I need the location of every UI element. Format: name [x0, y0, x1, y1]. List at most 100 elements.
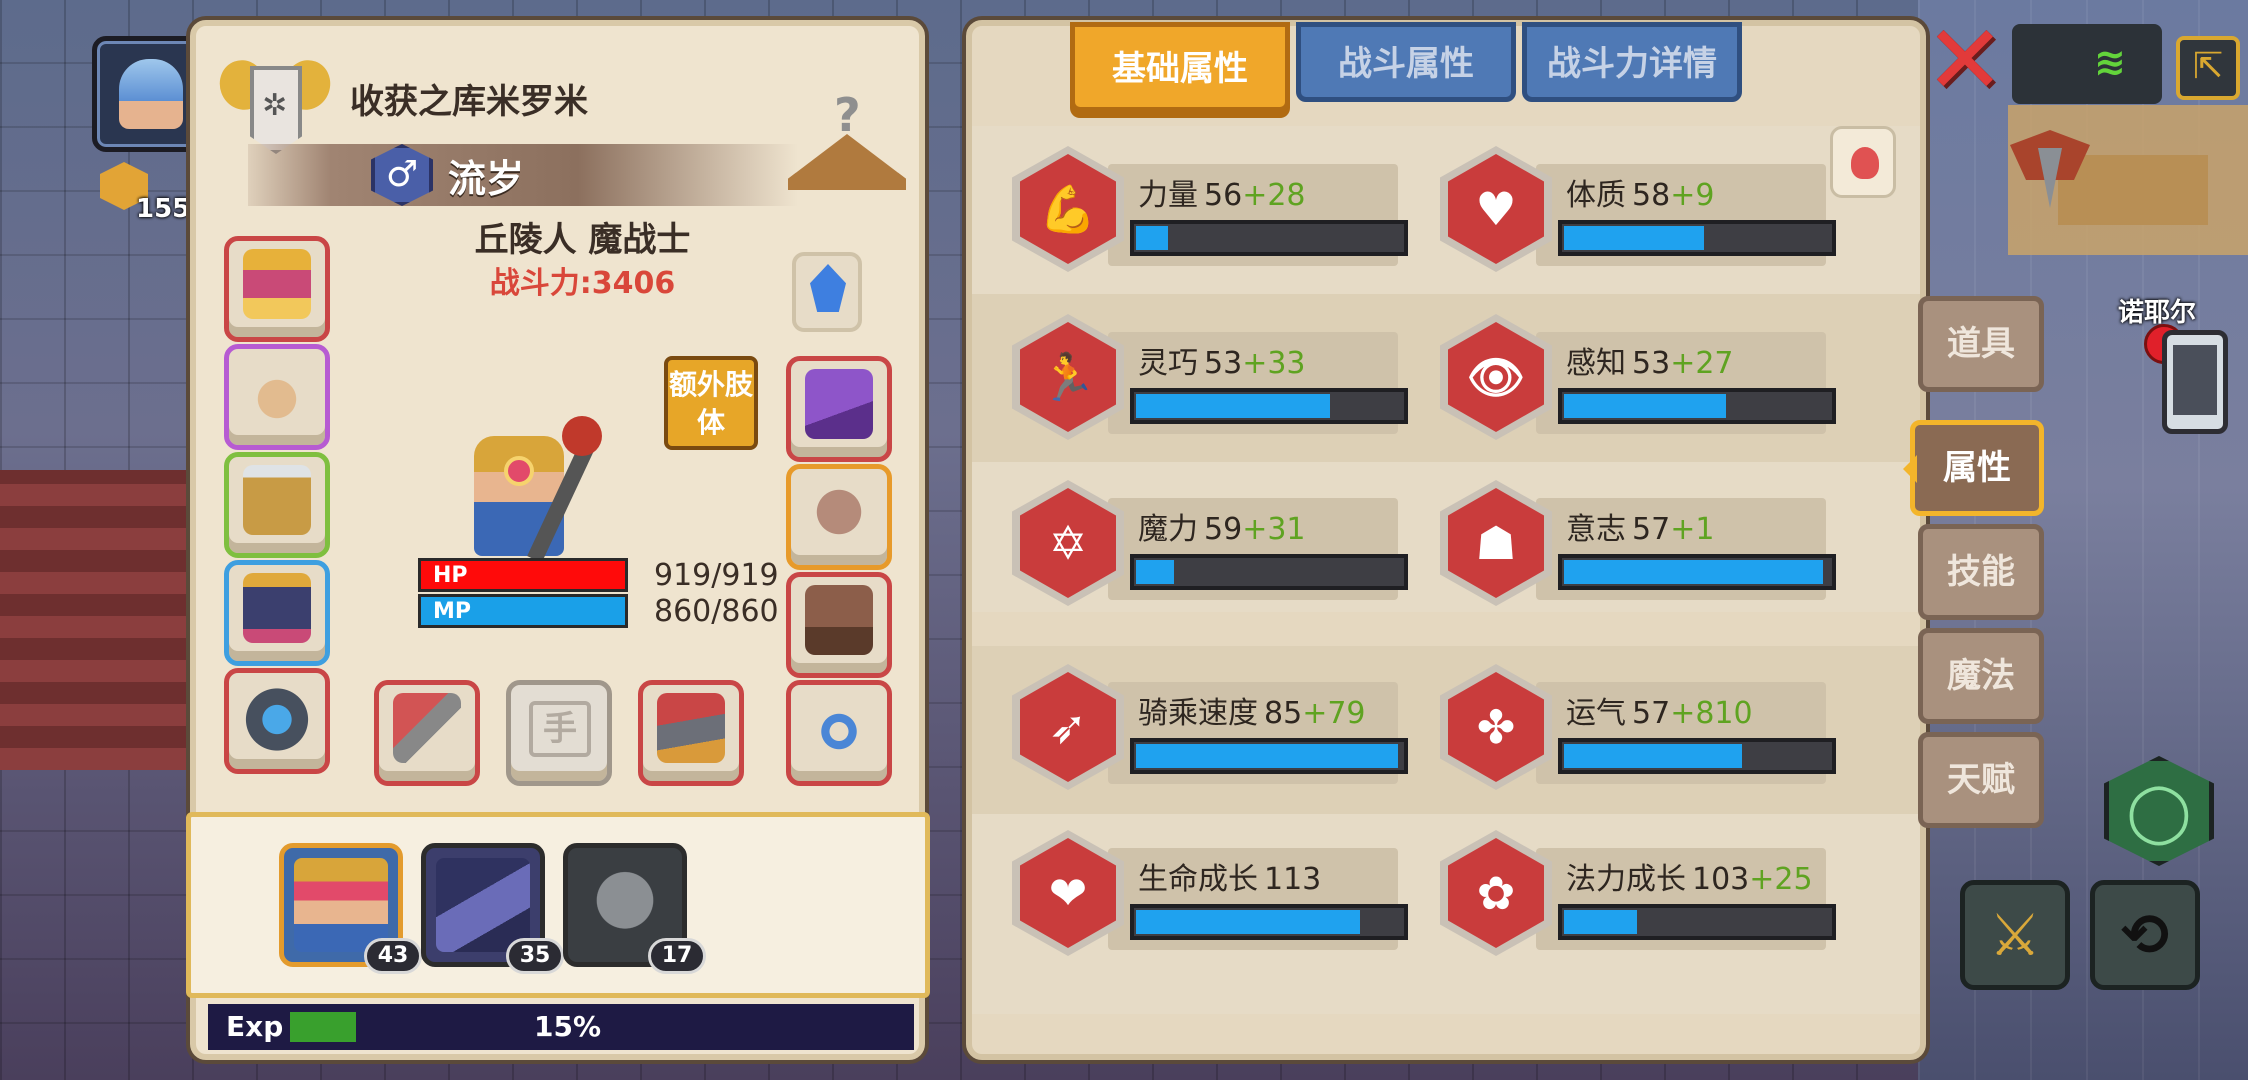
wardrobe-hanger-icon[interactable]: ?: [782, 88, 912, 198]
stat-label: 体质 58+9: [1566, 170, 1714, 214]
helmet-icon: [243, 249, 311, 319]
member-level: 43: [364, 938, 422, 974]
bow-glyph: ⟲: [2120, 901, 2170, 969]
stat-meter: [1130, 220, 1408, 256]
equip-slot-gloves[interactable]: [786, 356, 892, 462]
stat-label-box: 生命成长 113: [1108, 848, 1408, 950]
stat-meter: [1558, 554, 1836, 590]
stat-name: 运气: [1566, 696, 1626, 731]
tab-basic-attributes[interactable]: 基础属性: [1070, 22, 1290, 112]
stat-card: 运气 57+810 ✤: [1440, 664, 1860, 794]
tab-power-details[interactable]: 战斗力详情: [1522, 22, 1742, 102]
side-menu-items[interactable]: 道具: [1918, 296, 2044, 392]
character-name: 流岁: [448, 157, 525, 201]
stat-name: 魔力: [1138, 512, 1198, 547]
extra-limb-button[interactable]: 额外肢体: [664, 356, 758, 450]
hp-row: HP 919/919: [418, 558, 838, 593]
map-decoration: [0, 470, 190, 770]
equip-slot-hand[interactable]: 手: [506, 680, 612, 786]
stat-base-value: 59: [1204, 512, 1243, 547]
tab-combat-attributes[interactable]: 战斗属性: [1296, 22, 1516, 102]
stat-label: 生命成长 113: [1138, 854, 1321, 898]
equip-slot-necklace[interactable]: [224, 344, 330, 450]
armor-icon: [243, 573, 311, 643]
stat-label-box: 灵巧 53+33: [1108, 332, 1408, 434]
character-sprite: [444, 406, 614, 576]
stat-icon-glyph: ☗: [1448, 488, 1544, 598]
stat-meter: [1558, 904, 1836, 940]
stat-name: 生命成长: [1138, 862, 1258, 897]
mp-bar: MP: [418, 594, 628, 628]
side-menu-magic[interactable]: 魔法: [1918, 628, 2044, 724]
equip-slot-belt[interactable]: [786, 464, 892, 570]
hp-bar: HP: [418, 558, 628, 592]
stat-card: 魔力 59+31 ✡: [1012, 480, 1432, 610]
mp-row: MP 860/860: [418, 594, 838, 629]
equip-slot-ring[interactable]: [786, 680, 892, 786]
stat-meter-fill: [1136, 744, 1398, 768]
exit-icon[interactable]: ⇱: [2176, 36, 2240, 100]
stat-name: 意志: [1566, 512, 1626, 547]
sword-glyph: ⚔: [1989, 901, 2041, 969]
equip-slot-amulet[interactable]: [224, 668, 330, 774]
crossbow-icon: [657, 693, 725, 763]
stat-label-box: 魔力 59+31: [1108, 498, 1408, 600]
phone-icon[interactable]: [2162, 330, 2228, 434]
stat-base-value: 85: [1264, 696, 1303, 731]
stat-label-box: 体质 58+9: [1536, 164, 1836, 266]
hero-helmet-eye: [504, 456, 534, 486]
close-icon[interactable]: ✕: [1924, 12, 2006, 108]
side-menu-skills[interactable]: 技能: [1918, 524, 2044, 620]
stat-base-value: 57: [1632, 512, 1671, 547]
stat-meter-fill: [1564, 394, 1726, 418]
guild-emblem-icon[interactable]: [2000, 118, 2100, 218]
stat-bonus-value: +33: [1242, 346, 1306, 381]
character-title: 收获之库米罗米: [350, 82, 588, 122]
hp-value: 919/919: [654, 558, 779, 593]
stat-icon-glyph: ✤: [1448, 672, 1544, 782]
team-member-1[interactable]: 43: [279, 843, 422, 974]
stat-label: 感知 53+27: [1566, 338, 1734, 382]
equip-slot-helmet[interactable]: [224, 236, 330, 342]
side-menu-talents[interactable]: 天赋: [1918, 732, 2044, 828]
cloak-icon: [243, 465, 311, 535]
stat-label-box: 骑乘速度 85+79: [1108, 682, 1408, 784]
stat-bonus-value: +1: [1670, 512, 1715, 547]
stat-base-value: 113: [1264, 862, 1322, 897]
stat-label: 法力成长 103+25: [1566, 854, 1813, 898]
stat-name: 体质: [1566, 178, 1626, 213]
stat-bonus-value: +810: [1670, 696, 1753, 731]
ring-icon: [805, 693, 873, 763]
stat-label-box: 意志 57+1: [1536, 498, 1836, 600]
side-menu-attributes[interactable]: 属性: [1903, 420, 2044, 516]
necklace-icon: [243, 357, 311, 427]
equip-slot-armor[interactable]: [224, 560, 330, 666]
stat-base-value: 58: [1632, 178, 1671, 213]
mp-label: MP: [433, 599, 472, 624]
team-member-2[interactable]: 35: [421, 843, 564, 974]
stat-card: 力量 56+28 💪: [1012, 146, 1432, 276]
stat-meter-fill: [1136, 394, 1330, 418]
stat-card: 法力成长 103+25 ✿: [1440, 830, 1860, 960]
stat-base-value: 53: [1632, 346, 1671, 381]
stat-card: 生命成长 113 ❤: [1012, 830, 1432, 960]
team-member-3[interactable]: 17: [563, 843, 706, 974]
stat-meter: [1558, 388, 1836, 424]
sword-icon[interactable]: ⚔: [1960, 880, 2070, 990]
stat-bonus-value: +27: [1670, 346, 1734, 381]
stat-name: 力量: [1138, 178, 1198, 213]
stat-meter-fill: [1564, 910, 1637, 934]
stat-meter: [1130, 554, 1408, 590]
equip-slot-cloak[interactable]: [224, 452, 330, 558]
bow-icon[interactable]: ⟲: [2090, 880, 2200, 990]
stat-icon-glyph: ♥: [1448, 154, 1544, 264]
stat-label: 运气 57+810: [1566, 688, 1753, 732]
stat-card: 骑乘速度 85+79 ➶: [1012, 664, 1432, 794]
stat-meter: [1130, 388, 1408, 424]
equip-slot-main-weapon[interactable]: [374, 680, 480, 786]
member-portrait: [436, 858, 530, 952]
stat-label: 意志 57+1: [1566, 504, 1714, 548]
equip-slot-offhand[interactable]: [638, 680, 744, 786]
question-mark-icon: ?: [834, 88, 861, 142]
crystal-slot-icon[interactable]: [792, 252, 862, 332]
